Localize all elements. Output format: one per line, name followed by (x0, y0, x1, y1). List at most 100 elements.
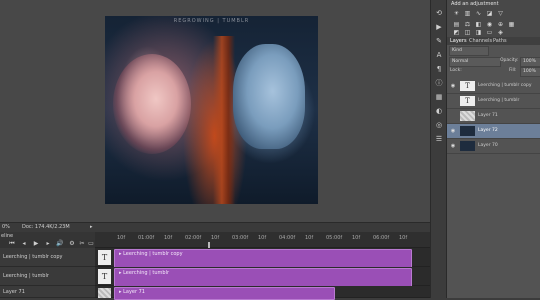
layer-thumbnail: T (460, 81, 475, 91)
ruler-label: 10f (117, 235, 126, 241)
portrait-face (233, 44, 305, 149)
zoom-level[interactable]: 0% (2, 223, 10, 232)
layers-tabs: Layers Channels Paths (447, 37, 540, 45)
next-frame-icon[interactable]: ▸ (44, 240, 52, 248)
character-icon[interactable]: A (434, 50, 444, 60)
layer-row[interactable]: Layer 71 (447, 109, 540, 124)
gradient-map-icon[interactable]: ▭ (486, 29, 493, 36)
info-icon[interactable]: ⓘ (434, 78, 444, 88)
layer-row[interactable]: ◉ Layer 70 (447, 139, 540, 154)
filter-kind-select[interactable]: Kind (449, 46, 489, 56)
channel-mixer-icon[interactable]: ⊕ (497, 21, 504, 28)
levels-icon[interactable]: ▥ (464, 10, 471, 17)
swatches-icon[interactable]: ▦ (434, 92, 444, 102)
timeline-clip[interactable]: ▸ Leerching | tumblr (114, 268, 412, 287)
tab-channels[interactable]: Channels (469, 37, 492, 45)
ruler-label: 04:00f (279, 235, 296, 241)
play-icon[interactable]: ▶ (32, 240, 40, 248)
track-lane: ▸ Layer 71 (95, 286, 430, 300)
properties-icon[interactable]: ☰ (434, 134, 444, 144)
visibility-eye-icon[interactable]: ◉ (450, 139, 456, 153)
hue-icon[interactable]: ▤ (453, 21, 460, 28)
layer-name: Layer 70 (478, 143, 498, 148)
styles-icon[interactable]: ◐ (434, 106, 444, 116)
settings-icon[interactable]: ⚙ (68, 240, 76, 248)
exposure-icon[interactable]: ◪ (486, 10, 493, 17)
ruler-label: 10f (399, 235, 408, 241)
layer-name: Layer 71 (478, 113, 498, 118)
brightness-icon[interactable]: ☀ (453, 10, 460, 17)
status-bar: 0% Doc: 174.4K/2.23M ▸ (0, 222, 430, 232)
brush-icon[interactable]: ✎ (434, 36, 444, 46)
paragraph-icon[interactable]: ¶ (434, 64, 444, 74)
track-label[interactable]: Leerching | tumblr copy (0, 248, 95, 267)
adjustments-title: Add an adjustment (451, 1, 499, 7)
selective-color-icon[interactable]: ◈ (497, 29, 504, 36)
ruler-label: 10f (352, 235, 361, 241)
track-thumbnail: T (98, 250, 111, 265)
track-thumbnail: T (98, 269, 111, 284)
status-arrow-icon[interactable]: ▸ (90, 223, 93, 232)
prev-frame-icon[interactable]: ◂ (20, 240, 28, 248)
visibility-eye-icon[interactable]: ◉ (450, 79, 456, 93)
timeline-controls: ⏮ ◂ ▶ ▸ 🔊 ⚙ ✂ ▭ (0, 240, 95, 248)
navigator-icon[interactable]: ◎ (434, 120, 444, 130)
actions-icon[interactable]: ▶ (434, 22, 444, 32)
split-icon[interactable]: ✂ (78, 240, 86, 248)
layer-name: Leerching | tumblr (478, 98, 520, 103)
layer-thumbnail (460, 126, 475, 136)
timeline-title: eline (1, 233, 14, 239)
timeline-ruler[interactable]: 10f 01:00f 10f 02:00f 10f 03:00f 10f 04:… (95, 232, 430, 248)
layer-row[interactable]: ◉ T Leerching | tumblr copy (447, 79, 540, 94)
layer-thumbnail: T (460, 96, 475, 106)
blend-mode-select[interactable]: Normal (449, 57, 501, 67)
timeline-clip[interactable]: ▸ Layer 71 (114, 287, 335, 300)
posterize-icon[interactable]: ◫ (464, 29, 471, 36)
ruler-label: 06:00f (373, 235, 390, 241)
fill-label: Fill: (509, 68, 517, 73)
history-icon[interactable]: ⟲ (434, 8, 444, 18)
canvas-area: REGROWING | TUMBLR (0, 0, 430, 222)
layer-thumbnail (460, 111, 475, 121)
bokeh-glow (113, 54, 191, 154)
photo-filter-icon[interactable]: ◉ (486, 21, 493, 28)
layer-row[interactable]: T Leerching | tumblr (447, 94, 540, 109)
layer-row-selected[interactable]: ◉ Layer 72 (447, 124, 540, 139)
opacity-label: Opacity: (500, 58, 519, 63)
transition-icon[interactable]: ▭ (87, 240, 95, 248)
ruler-label: 05:00f (326, 235, 343, 241)
track-lane: T ▸ Leerching | tumblr copy (95, 248, 430, 268)
ruler-label: 10f (258, 235, 267, 241)
canvas-caption: REGROWING | TUMBLR (173, 18, 250, 24)
layer-name: Layer 72 (478, 128, 498, 133)
track-label[interactable]: Layer 71 (0, 286, 95, 298)
track-lane: T ▸ Leerching | tumblr (95, 267, 430, 287)
ruler-label: 01:00f (138, 235, 155, 241)
audio-icon[interactable]: 🔊 (56, 240, 64, 248)
document-canvas[interactable]: REGROWING | TUMBLR (105, 16, 318, 204)
layer-thumbnail (460, 141, 475, 151)
lookup-icon[interactable]: ▦ (508, 21, 515, 28)
tab-layers[interactable]: Layers (450, 37, 467, 45)
bw-icon[interactable]: ◧ (475, 21, 482, 28)
first-frame-icon[interactable]: ⏮ (8, 240, 16, 248)
curves-icon[interactable]: ∿ (475, 10, 482, 17)
ruler-label: 03:00f (232, 235, 249, 241)
layers-panel: Layers Channels Paths Kind Normal Opacit… (447, 37, 540, 298)
ruler-label: 10f (164, 235, 173, 241)
vibrance-icon[interactable]: ▽ (497, 10, 504, 17)
threshold-icon[interactable]: ◨ (475, 29, 482, 36)
track-label[interactable]: Leerching | tumblr (0, 267, 95, 286)
tab-paths[interactable]: Paths (493, 37, 507, 45)
timeline-clip[interactable]: ▸ Leerching | tumblr copy (114, 249, 412, 268)
ruler-label: 02:00f (185, 235, 202, 241)
color-balance-icon[interactable]: ⚖ (464, 21, 471, 28)
invert-icon[interactable]: ◩ (453, 29, 460, 36)
visibility-eye-icon[interactable]: ◉ (450, 124, 456, 138)
opacity-input[interactable]: 100% (520, 57, 540, 67)
fill-input[interactable]: 100% (520, 67, 540, 77)
hair-highlight (213, 36, 235, 204)
lock-label: Lock: (450, 68, 462, 73)
panel-toolstrip: ⟲ ▶ ✎ A ¶ ⓘ ▦ ◐ ◎ ☰ (430, 0, 447, 298)
doc-info: Doc: 174.4K/2.23M (22, 224, 70, 230)
